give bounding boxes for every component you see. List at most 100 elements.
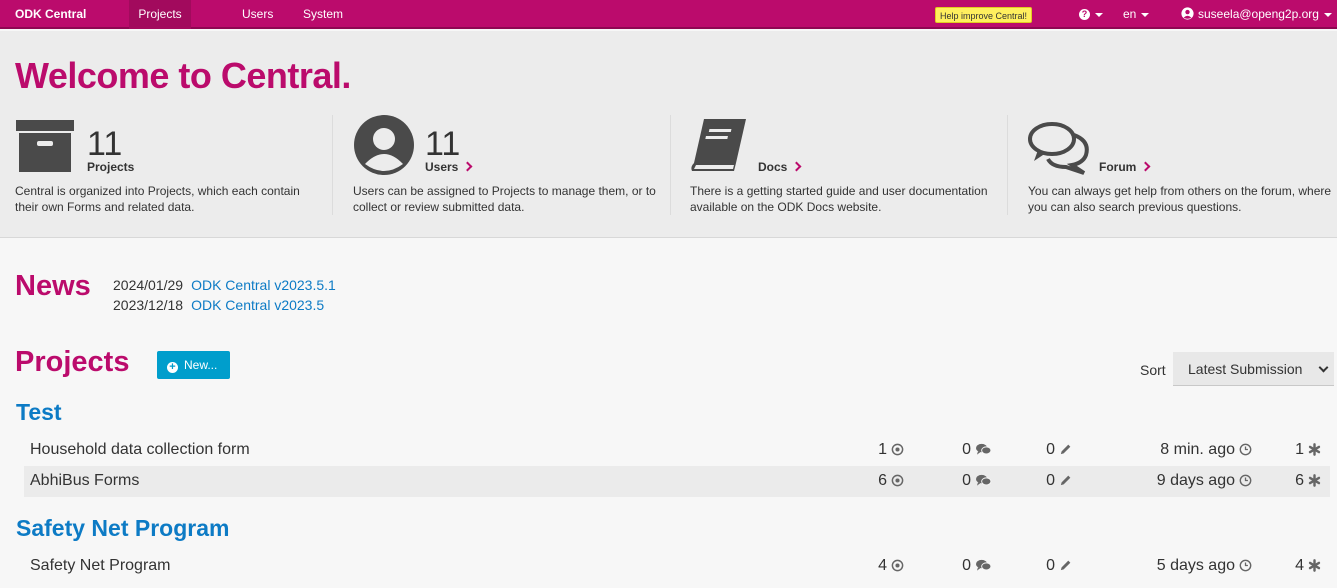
sort-select[interactable]: Latest Submission (1173, 352, 1334, 386)
projects-count: 11 (87, 125, 123, 163)
form-submissions: 4 (878, 557, 887, 574)
help-improve-button[interactable]: Help improve Central! (935, 7, 1033, 23)
nav-projects[interactable]: Projects (129, 0, 191, 29)
users-card: 11 Users Users can be assigned to Projec… (353, 115, 673, 215)
form-last: 9 days ago (1156, 472, 1235, 489)
asterisk-icon (1308, 443, 1321, 457)
card-divider (1007, 115, 1008, 215)
form-row: Safety Net Program 4 0 0 5 days ago 4 (24, 551, 1330, 582)
nav-system[interactable]: System (303, 0, 343, 29)
book-icon (691, 119, 746, 171)
form-submissions-cell: 1 (878, 441, 904, 459)
news-item: 2024/01/29 ODK Central v2023.5.1 (113, 277, 336, 293)
user-circle-icon (1181, 7, 1194, 20)
form-fields: 4 (1295, 557, 1304, 574)
language-menu[interactable]: en (1123, 0, 1150, 29)
clock-icon (1239, 559, 1252, 572)
top-navbar: ODK Central Projects Users System Help i… (0, 0, 1337, 29)
brand-link[interactable]: ODK Central (15, 0, 86, 29)
archive-icon (16, 120, 74, 172)
comments-icon (976, 444, 992, 455)
forum-label: Forum (1099, 160, 1137, 174)
news-title: News (15, 270, 91, 302)
form-last-cell: 9 days ago (1157, 472, 1252, 490)
form-edits-cell: 0 (1046, 557, 1072, 575)
comments-icon (976, 560, 992, 571)
nav-users[interactable]: Users (242, 0, 273, 29)
docs-link[interactable]: Docs (758, 160, 802, 174)
user-email: suseela@openg2p.org (1198, 7, 1319, 21)
target-icon (891, 474, 904, 487)
form-submissions-cell: 6 (878, 472, 904, 490)
form-edits: 0 (1046, 472, 1055, 489)
form-submissions-cell: 4 (878, 557, 904, 575)
users-link[interactable]: Users (425, 160, 473, 174)
chevron-right-icon (1140, 161, 1151, 172)
forum-description: You can always get help from others on t… (1028, 184, 1332, 214)
projects-description: Central is organized into Projects, whic… (15, 184, 300, 214)
form-edits-cell: 0 (1046, 441, 1072, 459)
news-item: 2023/12/18 ODK Central v2023.5 (113, 297, 324, 313)
form-last-cell: 8 min. ago (1160, 441, 1252, 459)
form-name-link[interactable]: Household data collection form (30, 441, 250, 459)
form-name-link[interactable]: Safety Net Program (30, 557, 171, 575)
form-submissions: 6 (878, 472, 887, 489)
pencil-icon (1060, 444, 1071, 455)
news-link[interactable]: ODK Central v2023.5 (191, 297, 324, 313)
news-link[interactable]: ODK Central v2023.5.1 (191, 277, 336, 293)
target-icon (891, 559, 904, 572)
pencil-icon (1060, 475, 1071, 486)
form-name-link[interactable]: AbhiBus Forms (30, 472, 139, 490)
clock-icon (1239, 474, 1252, 487)
chevron-right-icon (462, 161, 473, 172)
projects-title: Projects (15, 346, 130, 378)
question-circle-icon: ? (1079, 9, 1090, 21)
user-icon (354, 115, 414, 175)
projects-card: 11 Projects Central is organized into Pr… (15, 115, 335, 215)
form-comments-cell: 0 (962, 557, 992, 575)
sort-value: Latest Submission (1188, 361, 1303, 377)
user-menu[interactable]: suseela@openg2p.org (1181, 0, 1332, 29)
form-comments-cell: 0 (962, 472, 992, 490)
asterisk-icon (1308, 559, 1321, 573)
help-menu[interactable]: ? (1079, 0, 1103, 29)
form-edits-cell: 0 (1046, 472, 1072, 490)
chevron-right-icon (791, 161, 802, 172)
form-comments: 0 (962, 472, 971, 489)
language-label: en (1123, 7, 1137, 21)
chevron-down-icon (1095, 12, 1103, 17)
news-date: 2024/01/29 (113, 277, 184, 293)
form-last: 5 days ago (1156, 557, 1235, 574)
news-date: 2023/12/18 (113, 297, 184, 313)
welcome-title: Welcome to Central. (15, 55, 351, 96)
form-fields: 1 (1295, 441, 1304, 458)
project-name-link[interactable]: Safety Net Program (16, 515, 229, 542)
docs-label: Docs (758, 160, 788, 174)
form-fields-cell: 1 (1295, 441, 1321, 459)
clock-icon (1239, 443, 1252, 456)
new-project-button[interactable]: + New... (157, 351, 230, 379)
new-project-label: New... (184, 358, 218, 372)
pencil-icon (1060, 560, 1071, 571)
form-row: AbhiBus Forms 6 0 0 9 days ago 6 (24, 466, 1330, 497)
forum-link[interactable]: Forum (1099, 160, 1151, 174)
form-last-cell: 5 days ago (1157, 557, 1252, 575)
projects-label: Projects (87, 160, 135, 174)
form-fields-cell: 6 (1295, 472, 1321, 490)
project-name-link[interactable]: Test (16, 399, 62, 426)
users-label: Users (425, 160, 459, 174)
card-divider (332, 115, 333, 215)
form-comments: 0 (962, 557, 971, 574)
form-row: Household data collection form 1 0 0 8 min. … (24, 435, 1330, 466)
chevron-down-icon (1323, 12, 1332, 17)
plus-circle-icon: + (167, 362, 178, 373)
form-edits: 0 (1046, 441, 1055, 458)
comments-icon (976, 475, 992, 486)
docs-description: There is a getting started guide and use… (690, 184, 988, 214)
asterisk-icon (1308, 474, 1321, 488)
form-edits: 0 (1046, 557, 1055, 574)
form-fields: 6 (1295, 472, 1304, 489)
sort-label: Sort (1140, 362, 1166, 378)
target-icon (891, 443, 904, 456)
users-description: Users can be assigned to Projects to man… (353, 184, 656, 214)
